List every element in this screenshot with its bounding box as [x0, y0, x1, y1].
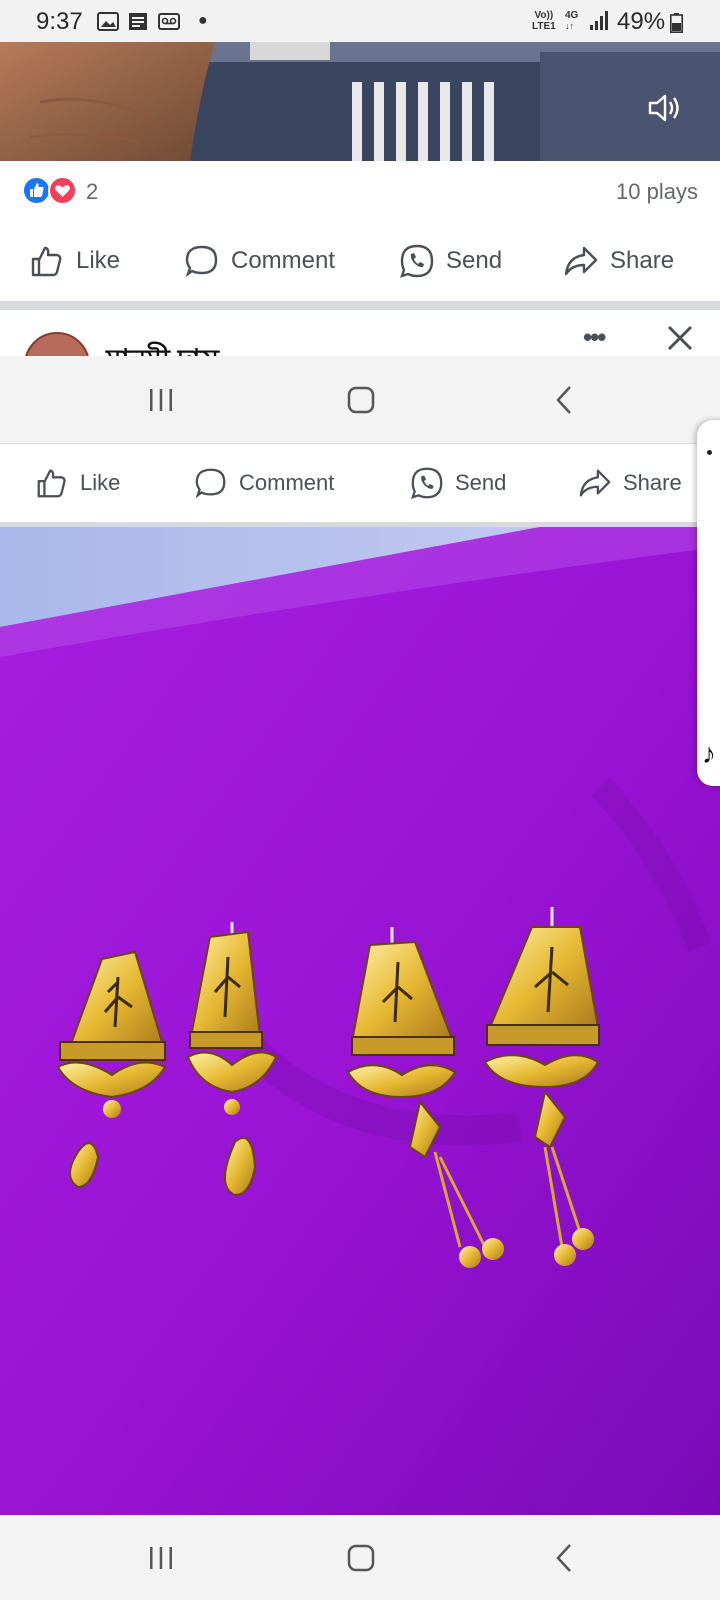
close-icon[interactable]: [666, 324, 694, 352]
battery-icon: [670, 13, 683, 33]
like-button[interactable]: Like: [28, 221, 120, 301]
reaction-count[interactable]: 2: [86, 179, 98, 205]
share-icon: [579, 469, 611, 497]
video-frame: [0, 42, 720, 161]
love-reaction-icon[interactable]: [48, 176, 77, 205]
more-options-icon[interactable]: •••: [583, 322, 606, 353]
network-type: 4G ↓↑: [565, 10, 579, 31]
home-icon[interactable]: [347, 1544, 375, 1572]
send-label: Send: [455, 470, 507, 495]
status-time: 9:37: [36, 8, 83, 35]
home-icon[interactable]: [347, 386, 375, 414]
author-name[interactable]: মানমী দাস: [106, 338, 219, 356]
comment-label: Comment: [231, 247, 336, 274]
gallery-icon: [97, 12, 119, 31]
share-button[interactable]: Share: [562, 221, 674, 301]
notification-dot-icon: ●: [198, 12, 208, 29]
video-player[interactable]: [0, 42, 720, 161]
status-bar: 9:37 ● Vo)) LTE1 4G ↓↑ 49%: [0, 0, 720, 42]
thumbs-up-icon: [37, 469, 66, 498]
avatar[interactable]: [24, 332, 90, 356]
whatsapp-icon: [410, 467, 443, 500]
system-nav-bar: [0, 356, 720, 444]
comment-button[interactable]: Comment: [183, 221, 335, 301]
like-label: Like: [80, 470, 121, 495]
share-label: Share: [610, 247, 675, 274]
recent-apps-icon[interactable]: [147, 1544, 175, 1572]
recent-apps-icon[interactable]: [147, 386, 175, 414]
share-button[interactable]: Share: [577, 444, 682, 522]
volume-icon[interactable]: [644, 88, 684, 128]
battery-percent: 49%: [617, 8, 666, 35]
plays-count: 10 plays: [616, 179, 698, 204]
volte-indicator: Vo)) LTE1: [532, 10, 556, 32]
like-reaction-icon[interactable]: [22, 176, 51, 205]
dot-icon: [707, 450, 712, 455]
post-header: মানমী দাস •••: [0, 310, 720, 356]
comment-button[interactable]: Comment: [193, 444, 334, 522]
comment-label: Comment: [239, 470, 335, 495]
share-icon: [564, 246, 598, 276]
signal-icon: [590, 11, 608, 30]
send-button[interactable]: Send: [409, 444, 506, 522]
post-photo[interactable]: [0, 527, 720, 1515]
like-label: Like: [76, 247, 121, 274]
comment-icon: [195, 468, 226, 499]
back-icon[interactable]: [553, 1543, 575, 1573]
back-icon[interactable]: [553, 385, 575, 415]
reactions-summary: 2 10 plays: [0, 161, 720, 221]
like-button[interactable]: Like: [34, 444, 120, 522]
thumbs-up-icon: [31, 246, 62, 277]
send-button[interactable]: Send: [398, 221, 502, 301]
music-note-icon: ♪: [702, 738, 716, 769]
send-label: Send: [446, 247, 503, 274]
document-icon: [129, 13, 147, 30]
comment-icon: [185, 245, 218, 278]
share-label: Share: [623, 470, 682, 495]
cassette-icon: [158, 13, 180, 30]
earrings-image: [0, 527, 720, 1515]
post-actions: Like Comment Send Share: [0, 221, 720, 301]
whatsapp-icon: [400, 244, 434, 278]
edge-panel-handle[interactable]: ♪: [697, 420, 720, 786]
bottom-nav-bar: [0, 1515, 720, 1600]
post-actions-secondary: Like Comment Send Share: [0, 444, 720, 522]
